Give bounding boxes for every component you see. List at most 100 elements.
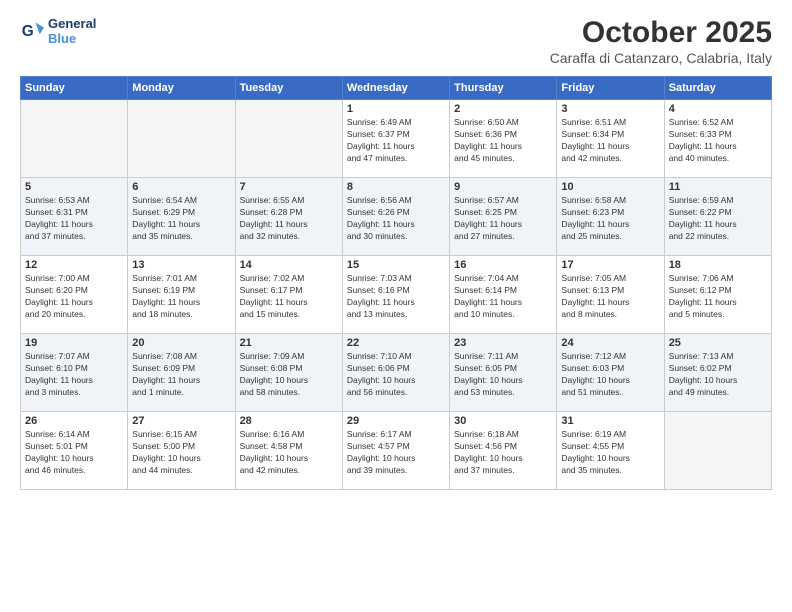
svg-text:G: G xyxy=(22,23,34,40)
calendar-cell: 9Sunrise: 6:57 AMSunset: 6:25 PMDaylight… xyxy=(450,178,557,256)
day-number: 18 xyxy=(669,259,767,271)
day-info: Sunrise: 7:06 AMSunset: 6:12 PMDaylight:… xyxy=(669,273,767,321)
day-info: Sunrise: 7:10 AMSunset: 6:06 PMDaylight:… xyxy=(347,351,445,399)
day-number: 31 xyxy=(561,415,659,427)
calendar-cell: 12Sunrise: 7:00 AMSunset: 6:20 PMDayligh… xyxy=(21,256,128,334)
calendar-cell xyxy=(128,100,235,178)
day-number: 29 xyxy=(347,415,445,427)
day-number: 13 xyxy=(132,259,230,271)
calendar-cell: 28Sunrise: 6:16 AMSunset: 4:58 PMDayligh… xyxy=(235,412,342,490)
calendar-cell: 25 Sunrise: 7:13 AMSunset: 6:02 PMDayligh… xyxy=(664,334,771,412)
day-header-monday: Monday xyxy=(128,77,235,100)
day-info: Sunrise: 7:08 AMSunset: 6:09 PMDaylight:… xyxy=(132,351,230,399)
day-number: 21 xyxy=(240,337,338,349)
day-info: Sunrise: 6:53 AMSunset: 6:31 PMDaylight:… xyxy=(25,195,123,243)
day-number: 8 xyxy=(347,181,445,193)
day-header-thursday: Thursday xyxy=(450,77,557,100)
day-info: Sunrise: 7:11 AMSunset: 6:05 PMDaylight:… xyxy=(454,351,552,399)
day-number: 7 xyxy=(240,181,338,193)
calendar-cell: 10 Sunrise: 6:58 AMSunset: 6:23 PMDayligh… xyxy=(557,178,664,256)
calendar-cell: 22 Sunrise: 7:10 AMSunset: 6:06 PMDayligh… xyxy=(342,334,449,412)
day-info: Sunrise: 6:50 AMSunset: 6:36 PMDaylight:… xyxy=(454,117,552,165)
day-number: 23 xyxy=(454,337,552,349)
day-number: 17 xyxy=(561,259,659,271)
day-number: 28 xyxy=(240,415,338,427)
day-number: 15 xyxy=(347,259,445,271)
day-number: 1 xyxy=(347,103,445,115)
calendar-week-3: 12Sunrise: 7:00 AMSunset: 6:20 PMDayligh… xyxy=(21,256,772,334)
day-number: 16 xyxy=(454,259,552,271)
calendar-cell: 24 Sunrise: 7:12 AMSunset: 6:03 PMDayligh… xyxy=(557,334,664,412)
day-info: Sunrise: 6:49 AMSunset: 6:37 PMDaylight:… xyxy=(347,117,445,165)
day-number: 30 xyxy=(454,415,552,427)
day-number: 6 xyxy=(132,181,230,193)
calendar-cell: 27 Sunrise: 6:15 AMSunset: 5:00 PMDayligh… xyxy=(128,412,235,490)
day-number: 19 xyxy=(25,337,123,349)
calendar-week-4: 19Sunrise: 7:07 AMSunset: 6:10 PMDayligh… xyxy=(21,334,772,412)
day-number: 22 xyxy=(347,337,445,349)
day-header-friday: Friday xyxy=(557,77,664,100)
day-info: Sunrise: 6:54 AMSunset: 6:29 PMDaylight:… xyxy=(132,195,230,243)
calendar: SundayMondayTuesdayWednesdayThursdayFrid… xyxy=(20,76,772,490)
calendar-cell: 26Sunrise: 6:14 AMSunset: 5:01 PMDayligh… xyxy=(21,412,128,490)
calendar-cell: 15 Sunrise: 7:03 AMSunset: 6:16 PMDayligh… xyxy=(342,256,449,334)
day-number: 11 xyxy=(669,181,767,193)
calendar-cell: 29 Sunrise: 6:17 AMSunset: 4:57 PMDayligh… xyxy=(342,412,449,490)
day-info: Sunrise: 6:18 AMSunset: 4:56 PMDaylight:… xyxy=(454,429,552,477)
day-header-wednesday: Wednesday xyxy=(342,77,449,100)
day-number: 26 xyxy=(25,415,123,427)
day-info: Sunrise: 6:59 AMSunset: 6:22 PMDaylight:… xyxy=(669,195,767,243)
day-info: Sunrise: 7:12 AMSunset: 6:03 PMDaylight:… xyxy=(561,351,659,399)
calendar-week-1: 1 Sunrise: 6:49 AMSunset: 6:37 PMDaylight… xyxy=(21,100,772,178)
day-info: Sunrise: 7:02 AMSunset: 6:17 PMDaylight:… xyxy=(240,273,338,321)
logo-text: General Blue xyxy=(48,16,96,46)
calendar-cell: 19Sunrise: 7:07 AMSunset: 6:10 PMDayligh… xyxy=(21,334,128,412)
day-info: Sunrise: 6:15 AMSunset: 5:00 PMDaylight:… xyxy=(132,429,230,477)
day-number: 25 xyxy=(669,337,767,349)
calendar-cell: 11 Sunrise: 6:59 AMSunset: 6:22 PMDayligh… xyxy=(664,178,771,256)
calendar-cell: 4 Sunrise: 6:52 AMSunset: 6:33 PMDaylight… xyxy=(664,100,771,178)
calendar-cell: 2 Sunrise: 6:50 AMSunset: 6:36 PMDaylight… xyxy=(450,100,557,178)
day-info: Sunrise: 6:51 AMSunset: 6:34 PMDaylight:… xyxy=(561,117,659,165)
calendar-header-row: SundayMondayTuesdayWednesdayThursdayFrid… xyxy=(21,77,772,100)
calendar-cell xyxy=(664,412,771,490)
day-info: Sunrise: 6:55 AMSunset: 6:28 PMDaylight:… xyxy=(240,195,338,243)
calendar-cell xyxy=(21,100,128,178)
day-info: Sunrise: 7:04 AMSunset: 6:14 PMDaylight:… xyxy=(454,273,552,321)
day-info: Sunrise: 7:05 AMSunset: 6:13 PMDaylight:… xyxy=(561,273,659,321)
day-number: 2 xyxy=(454,103,552,115)
day-info: Sunrise: 6:58 AMSunset: 6:23 PMDaylight:… xyxy=(561,195,659,243)
calendar-cell: 17 Sunrise: 7:05 AMSunset: 6:13 PMDayligh… xyxy=(557,256,664,334)
calendar-cell: 5Sunrise: 6:53 AMSunset: 6:31 PMDaylight… xyxy=(21,178,128,256)
day-header-sunday: Sunday xyxy=(21,77,128,100)
month-title: October 2025 xyxy=(550,16,772,50)
day-number: 4 xyxy=(669,103,767,115)
calendar-cell: 20 Sunrise: 7:08 AMSunset: 6:09 PMDayligh… xyxy=(128,334,235,412)
day-info: Sunrise: 7:13 AMSunset: 6:02 PMDaylight:… xyxy=(669,351,767,399)
day-info: Sunrise: 7:03 AMSunset: 6:16 PMDaylight:… xyxy=(347,273,445,321)
day-info: Sunrise: 6:17 AMSunset: 4:57 PMDaylight:… xyxy=(347,429,445,477)
day-number: 10 xyxy=(561,181,659,193)
day-info: Sunrise: 6:57 AMSunset: 6:25 PMDaylight:… xyxy=(454,195,552,243)
calendar-cell: 31Sunrise: 6:19 AMSunset: 4:55 PMDayligh… xyxy=(557,412,664,490)
calendar-cell: 1 Sunrise: 6:49 AMSunset: 6:37 PMDaylight… xyxy=(342,100,449,178)
calendar-cell: 13Sunrise: 7:01 AMSunset: 6:19 PMDayligh… xyxy=(128,256,235,334)
calendar-cell: 7 Sunrise: 6:55 AMSunset: 6:28 PMDaylight… xyxy=(235,178,342,256)
calendar-cell xyxy=(235,100,342,178)
day-number: 3 xyxy=(561,103,659,115)
calendar-week-2: 5Sunrise: 6:53 AMSunset: 6:31 PMDaylight… xyxy=(21,178,772,256)
day-number: 24 xyxy=(561,337,659,349)
calendar-week-5: 26Sunrise: 6:14 AMSunset: 5:01 PMDayligh… xyxy=(21,412,772,490)
calendar-cell: 6 Sunrise: 6:54 AMSunset: 6:29 PMDaylight… xyxy=(128,178,235,256)
day-number: 27 xyxy=(132,415,230,427)
day-info: Sunrise: 7:00 AMSunset: 6:20 PMDaylight:… xyxy=(25,273,123,321)
day-info: Sunrise: 7:09 AMSunset: 6:08 PMDaylight:… xyxy=(240,351,338,399)
calendar-cell: 14 Sunrise: 7:02 AMSunset: 6:17 PMDayligh… xyxy=(235,256,342,334)
calendar-cell: 8Sunrise: 6:56 AMSunset: 6:26 PMDaylight… xyxy=(342,178,449,256)
day-header-tuesday: Tuesday xyxy=(235,77,342,100)
page: G General Blue October 2025 Caraffa di C… xyxy=(0,0,792,612)
calendar-cell: 21 Sunrise: 7:09 AMSunset: 6:08 PMDayligh… xyxy=(235,334,342,412)
day-number: 14 xyxy=(240,259,338,271)
day-info: Sunrise: 6:52 AMSunset: 6:33 PMDaylight:… xyxy=(669,117,767,165)
day-number: 20 xyxy=(132,337,230,349)
